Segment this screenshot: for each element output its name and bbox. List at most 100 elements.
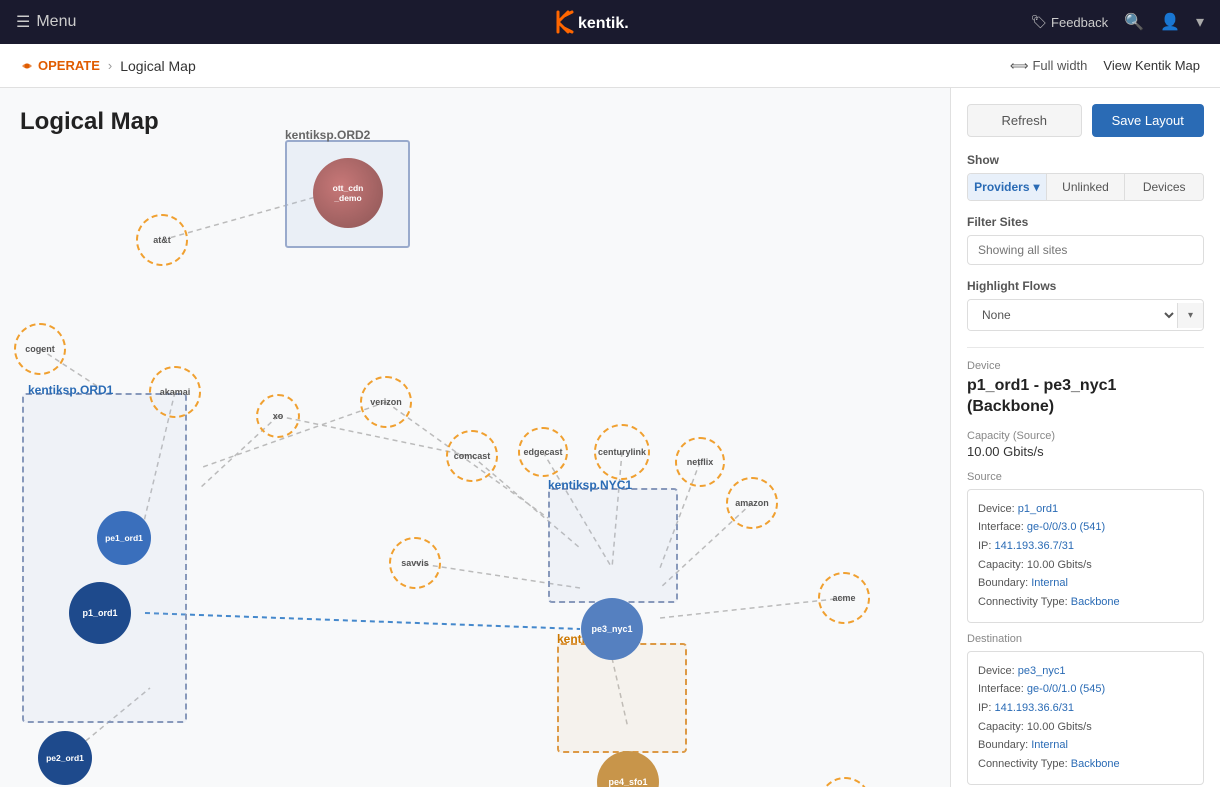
save-layout-button[interactable]: Save Layout: [1092, 104, 1205, 137]
svg-text:kentik.: kentik.: [578, 15, 629, 32]
capacity-value: 10.00 Gbits/s: [967, 444, 1204, 459]
site-NYC1: [548, 488, 678, 603]
show-unlinked-button[interactable]: Unlinked: [1047, 174, 1126, 200]
source-interface-link[interactable]: ge-0/0/3.0 (541): [1027, 521, 1105, 533]
feedback-button[interactable]: 🏷 Feedback: [1031, 14, 1109, 30]
highlight-flows-label: Highlight Flows: [967, 279, 1204, 293]
source-ip-link[interactable]: 141.193.36.7/31: [995, 540, 1075, 552]
feedback-icon: 🏷: [1031, 14, 1048, 30]
dest-device-link[interactable]: pe3_nyc1: [1018, 665, 1066, 677]
dest-ip-row: IP: 141.193.36.6/31: [978, 699, 1193, 718]
node-amazon[interactable]: amazon: [726, 477, 778, 529]
source-interface-row: Interface: ge-0/0/3.0 (541): [978, 518, 1193, 537]
highlight-arrow-icon: ▾: [1177, 303, 1203, 328]
capacity-label: Capacity (Source): [967, 430, 1204, 442]
show-providers-button[interactable]: Providers ▾: [968, 174, 1047, 200]
source-device-row: Device: p1_ord1: [978, 500, 1193, 519]
user-icon[interactable]: 👤: [1160, 12, 1180, 32]
operate-icon: [20, 59, 34, 73]
node-edgecast[interactable]: edgecast: [518, 427, 568, 477]
destination-box: Device: pe3_nyc1 Interface: ge-0/0/1.0 (…: [967, 651, 1204, 785]
show-devices-button[interactable]: Devices: [1125, 174, 1203, 200]
site-SFO1: [557, 643, 687, 753]
node-verizon[interactable]: verizon: [360, 376, 412, 428]
source-boundary-row: Boundary: Internal: [978, 574, 1193, 593]
feedback-label: Feedback: [1051, 15, 1108, 30]
source-box: Device: p1_ord1 Interface: ge-0/0/3.0 (5…: [967, 489, 1204, 623]
dest-capacity-row: Capacity: 10.00 Gbits/s: [978, 718, 1193, 737]
action-buttons-row: Refresh Save Layout: [967, 104, 1204, 137]
logo: kentik.: [550, 8, 670, 36]
dest-interface-link[interactable]: ge-0/0/1.0 (545): [1027, 683, 1105, 695]
operate-link[interactable]: OPERATE: [20, 58, 100, 73]
node-pe4-sfo1[interactable]: pe4_sfo1: [597, 751, 659, 787]
source-connectivity-row: Connectivity Type: Backbone: [978, 593, 1193, 612]
search-icon[interactable]: 🔍: [1124, 12, 1144, 32]
ott-cdn-demo-node[interactable]: ott_cdn_demo: [313, 158, 383, 228]
breadcrumb-separator: ›: [108, 58, 112, 73]
site-ORD2: ott_cdn_demo: [285, 140, 410, 248]
main-layout: Logical Map .dash-line { stroke: #bbb; s…: [0, 88, 1220, 787]
source-boundary-link[interactable]: Internal: [1031, 577, 1068, 589]
node-acme2[interactable]: acme: [819, 777, 871, 787]
dest-device-row: Device: pe3_nyc1: [978, 662, 1193, 681]
breadcrumb-current: Logical Map: [120, 58, 196, 74]
site-label-ORD2: kentiksp.ORD2: [285, 128, 370, 142]
nav-right: 🏷 Feedback 🔍 👤 ▾: [1031, 12, 1204, 32]
site-label-NYC1: kentiksp.NYC1: [548, 478, 632, 492]
top-nav: ☰ Menu kentik. 🏷 Feedback 🔍 👤 ▾: [0, 0, 1220, 44]
dest-connectivity-link[interactable]: Backbone: [1071, 758, 1120, 770]
right-panel: Refresh Save Layout Show Providers ▾ Unl…: [950, 88, 1220, 787]
source-connectivity-link[interactable]: Backbone: [1071, 596, 1120, 608]
show-buttons-group: Providers ▾ Unlinked Devices: [967, 173, 1204, 201]
dest-connectivity-row: Connectivity Type: Backbone: [978, 755, 1193, 774]
full-width-icon: ⟺: [1010, 58, 1029, 74]
node-centurylink[interactable]: centurylink: [594, 424, 650, 480]
panel-divider: [967, 347, 1204, 348]
node-netflix[interactable]: netflix: [675, 437, 725, 487]
site-ORD1: [22, 393, 187, 723]
full-width-button[interactable]: ⟺ Full width: [1010, 58, 1088, 74]
breadcrumb: OPERATE › Logical Map: [20, 58, 196, 74]
site-label-ORD1: kentiksp.ORD1: [28, 383, 113, 397]
dest-interface-row: Interface: ge-0/0/1.0 (545): [978, 680, 1193, 699]
view-kentik-map-button[interactable]: View Kentik Map: [1103, 58, 1200, 73]
source-label: Source: [967, 471, 1204, 483]
source-device-link[interactable]: p1_ord1: [1018, 503, 1058, 515]
destination-label: Destination: [967, 633, 1204, 645]
map-area: Logical Map .dash-line { stroke: #bbb; s…: [0, 88, 950, 787]
node-pe2-ord1[interactable]: pe2_ord1: [38, 731, 92, 785]
node-xo[interactable]: xo: [256, 394, 300, 438]
node-att[interactable]: at&t: [136, 214, 188, 266]
node-savvis[interactable]: savvis: [389, 537, 441, 589]
show-label: Show: [967, 153, 1204, 167]
highlight-flows-select[interactable]: None: [968, 300, 1177, 330]
kentik-logo-svg: kentik.: [550, 8, 670, 36]
node-p1-ord1[interactable]: p1_ord1: [69, 582, 131, 644]
menu-button[interactable]: ☰ Menu: [16, 12, 76, 32]
node-cogent[interactable]: cogent: [14, 323, 66, 375]
dropdown-icon[interactable]: ▾: [1196, 12, 1204, 32]
page-title: Logical Map: [20, 108, 159, 136]
node-pe3-nyc1[interactable]: pe3_nyc1: [581, 598, 643, 660]
dest-boundary-row: Boundary: Internal: [978, 736, 1193, 755]
menu-label: Menu: [36, 13, 76, 31]
filter-sites-input[interactable]: [967, 235, 1204, 265]
node-acme1[interactable]: acme: [818, 572, 870, 624]
breadcrumb-actions: ⟺ Full width View Kentik Map: [1010, 58, 1200, 74]
node-akamai[interactable]: akamai: [149, 366, 201, 418]
source-capacity-row: Capacity: 10.00 Gbits/s: [978, 556, 1193, 575]
node-comcast[interactable]: comcast: [446, 430, 498, 482]
source-ip-row: IP: 141.193.36.7/31: [978, 537, 1193, 556]
breadcrumb-bar: OPERATE › Logical Map ⟺ Full width View …: [0, 44, 1220, 88]
dest-boundary-link[interactable]: Internal: [1031, 739, 1068, 751]
dest-ip-link[interactable]: 141.193.36.6/31: [995, 702, 1075, 714]
node-pe1-ord1[interactable]: pe1_ord1: [97, 511, 151, 565]
refresh-button[interactable]: Refresh: [967, 104, 1082, 137]
providers-dropdown-icon: ▾: [1034, 180, 1040, 194]
menu-icon: ☰: [16, 12, 30, 32]
map-canvas[interactable]: .dash-line { stroke: #bbb; stroke-width:…: [0, 88, 950, 787]
device-section-label: Device: [967, 360, 1204, 372]
highlight-flows-row: None ▾: [967, 299, 1204, 331]
filter-sites-label: Filter Sites: [967, 215, 1204, 229]
